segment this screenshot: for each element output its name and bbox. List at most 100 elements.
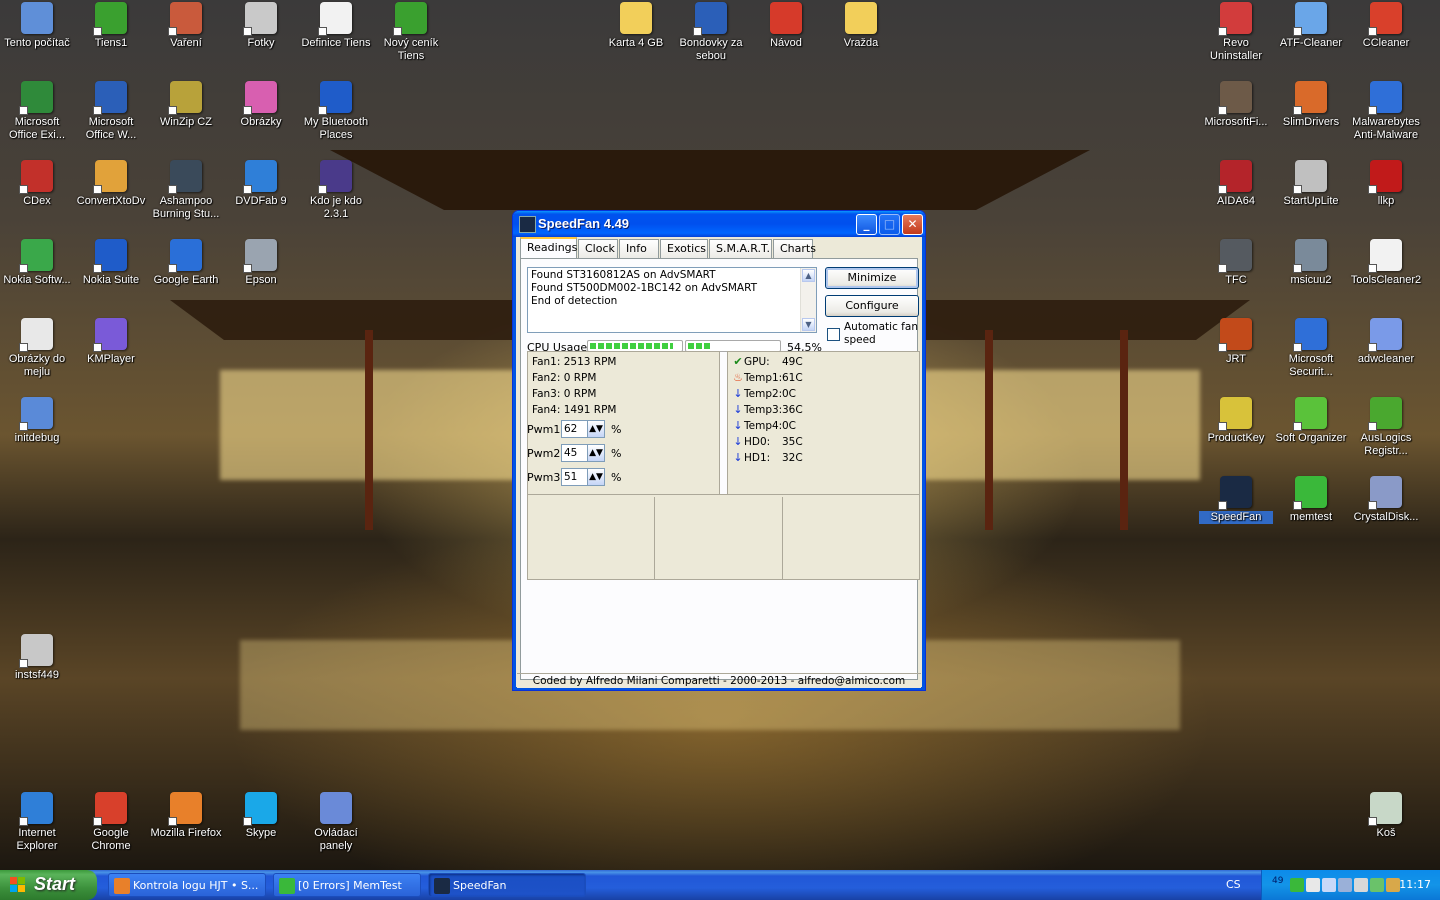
desktop-icon-my-bluetooth-places[interactable]: My Bluetooth Places [299,81,373,142]
title-bar[interactable]: SpeedFan 4.49 _ □ ✕ [513,211,925,237]
taskbar-button[interactable]: Kontrola logu HJT • S... [108,873,266,897]
desktop-icon-malwarebytes-anti-malware[interactable]: Malwarebytes Anti-Malware [1349,81,1423,142]
desktop-icon-msicuu2[interactable]: msicuu2 [1274,239,1348,287]
taskbar-button[interactable]: [0 Errors] MemTest [273,873,421,897]
desktop-icon-nokia-softw[interactable]: Nokia Softw... [0,239,74,287]
scroll-up-icon[interactable]: ▲ [802,269,815,282]
speedfan-window[interactable]: SpeedFan 4.49 _ □ ✕ Readings Clock Info … [512,210,926,691]
desktop-icon-fotky[interactable]: Fotky [224,2,298,50]
scroll-down-icon[interactable]: ▼ [802,318,815,331]
shield-tray-icon[interactable] [1290,878,1304,892]
status-bar: Coded by Alfredo Milani Comparetti - 200… [517,673,921,689]
desktop-icon-convertxtodv[interactable]: ConvertXtoDv [74,160,148,208]
desktop-icon-tfc[interactable]: TFC [1199,239,1273,287]
spinner-icon[interactable]: ▲▼ [587,445,604,461]
detection-log[interactable]: Found ST3160812AS on AdvSMART Found ST50… [527,267,817,333]
network-tray-icon[interactable] [1306,878,1320,892]
desktop-icon-kdo-je-kdo-2-3-1[interactable]: Kdo je kdo 2.3.1 [299,160,373,221]
app-icon [1368,160,1402,194]
desktop-icon-ovl-dac-panely[interactable]: Ovládací panely [299,792,373,853]
taskbar-button[interactable]: SpeedFan [428,873,586,897]
desktop-icon-skype[interactable]: Skype [224,792,298,840]
maximize-window-button[interactable]: □ [879,214,900,235]
desktop-icon-tiens1[interactable]: Tiens1 [74,2,148,50]
pwm2-input[interactable]: 45 ▲▼ [561,444,605,462]
volume-tray-icon[interactable] [1386,878,1400,892]
desktop-icon-atf-cleaner[interactable]: ATF-Cleaner [1274,2,1348,50]
desktop-icon-crystaldisk[interactable]: CrystalDisk... [1349,476,1423,524]
log-scrollbar[interactable]: ▲ ▼ [800,268,816,332]
desktop-icon-obr-zky[interactable]: Obrázky [224,81,298,129]
desktop-icon-jrt[interactable]: JRT [1199,318,1273,366]
desktop-icon-speedfan[interactable]: SpeedFan [1199,476,1273,524]
spinner-icon[interactable]: ▲▼ [587,421,604,437]
tab-smart[interactable]: S.M.A.R.T. [709,239,772,258]
desktop-icon-toolscleaner2[interactable]: ToolsCleaner2 [1349,239,1423,287]
desktop-icon-label: Nový ceník Tiens [383,37,439,62]
desktop-icon-cdex[interactable]: CDex [0,160,74,208]
desktop-icon-va-en[interactable]: Vaření [149,2,223,50]
desktop-icon-microsoft-securit[interactable]: Microsoft Securit... [1274,318,1348,379]
desktop-icon-google-earth[interactable]: Google Earth [149,239,223,287]
desktop[interactable]: Tento počítač Tiens1 Vaření Fotky Definice T… [0,0,1440,870]
desktop-icon-definice-tiens[interactable]: Definice Tiens [299,2,373,50]
automatic-fan-speed-checkbox[interactable] [827,328,840,341]
desktop-icon-google-chrome[interactable]: Google Chrome [74,792,148,853]
tab-info[interactable]: Info [619,239,659,258]
desktop-icon-obr-zky-do-mejlu[interactable]: Obrázky do mejlu [0,318,74,379]
desktop-icon-ccleaner[interactable]: CCleaner [1349,2,1423,50]
tab-exotics[interactable]: Exotics [660,239,708,258]
desktop-icon-tento-po-ta[interactable]: Tento počítač [0,2,74,50]
desktop-icon-n-vod[interactable]: Návod [749,2,823,50]
desktop-icon-microsoft-office-w[interactable]: Microsoft Office W... [74,81,148,142]
desktop-icon-winzip-cz[interactable]: WinZip CZ [149,81,223,129]
desktop-icon-microsoftfi[interactable]: MicrosoftFi... [1199,81,1273,129]
speedfan-tray-temp[interactable]: 49 [1272,876,1283,886]
desktop-icon-nokia-suite[interactable]: Nokia Suite [74,239,148,287]
desktop-icon-ko[interactable]: Koš [1349,792,1423,840]
pwm1-input[interactable]: 62 ▲▼ [561,420,605,438]
desktop-icon-vra-da[interactable]: Vražda [824,2,898,50]
desktop-icon-adwcleaner[interactable]: adwcleaner [1349,318,1423,366]
speedfan-app-icon[interactable] [519,216,536,233]
minimize-button[interactable]: Minimize [825,267,919,289]
desktop-icon-bondovky-za-sebou[interactable]: Bondovky za sebou [674,2,748,63]
desktop-icon-revo-uninstaller[interactable]: Revo Uninstaller [1199,2,1273,63]
desktop-icon-memtest[interactable]: memtest [1274,476,1348,524]
desktop-icon-initdebug[interactable]: initdebug [0,397,74,445]
desktop-icon-aida64[interactable]: AIDA64 [1199,160,1273,208]
minimize-window-button[interactable]: _ [856,214,877,235]
desktop-icon-dvdfab-9[interactable]: DVDFab 9 [224,160,298,208]
desktop-icon-karta-4-gb[interactable]: Karta 4 GB [599,2,673,50]
bluetooth-tray-icon[interactable] [1354,878,1368,892]
desktop-icon-productkey[interactable]: ProductKey [1199,397,1273,445]
configure-button[interactable]: Configure [825,295,919,317]
tab-readings[interactable]: Readings [520,237,577,259]
desktop-icon-auslogics-registr[interactable]: AusLogics Registr... [1349,397,1423,458]
desktop-icon-mozilla-firefox[interactable]: Mozilla Firefox [149,792,223,840]
desktop-icon-kmplayer[interactable]: KMPlayer [74,318,148,366]
app-tray-icon[interactable] [1370,878,1384,892]
desktop-icon-internet-explorer[interactable]: Internet Explorer [0,792,74,853]
desktop-icon-startuplite[interactable]: StartUpLite [1274,160,1348,208]
tab-charts[interactable]: Charts [773,239,816,258]
clock[interactable]: 11:17 [1399,878,1431,891]
spinner-icon[interactable]: ▲▼ [587,469,604,485]
desktop-icon-instsf449[interactable]: instsf449 [0,634,74,682]
desktop-icon-llkp[interactable]: llkp [1349,160,1423,208]
start-button[interactable]: Start [0,870,97,900]
pwm3-input[interactable]: 51 ▲▼ [561,468,605,486]
tab-clock[interactable]: Clock [578,239,618,258]
language-indicator[interactable]: CS [1226,878,1241,891]
safely-remove-tray-icon[interactable] [1338,878,1352,892]
desktop-icon-nov-cen-k-tiens[interactable]: Nový ceník Tiens [374,2,448,63]
desktop-icon-label: Koš [1376,827,1396,839]
desktop-icon-microsoft-office-exi[interactable]: Microsoft Office Exi... [0,81,74,142]
desktop-icon-soft-organizer[interactable]: Soft Organizer [1274,397,1348,445]
desktop-icon-ashampoo-burning-stu[interactable]: Ashampoo Burning Stu... [149,160,223,221]
desktop-icon-slimdrivers[interactable]: SlimDrivers [1274,81,1348,129]
app-icon [1293,397,1327,431]
desktop-icon-epson[interactable]: Epson [224,239,298,287]
network-tray-icon[interactable] [1322,878,1336,892]
close-window-button[interactable]: ✕ [902,214,923,235]
